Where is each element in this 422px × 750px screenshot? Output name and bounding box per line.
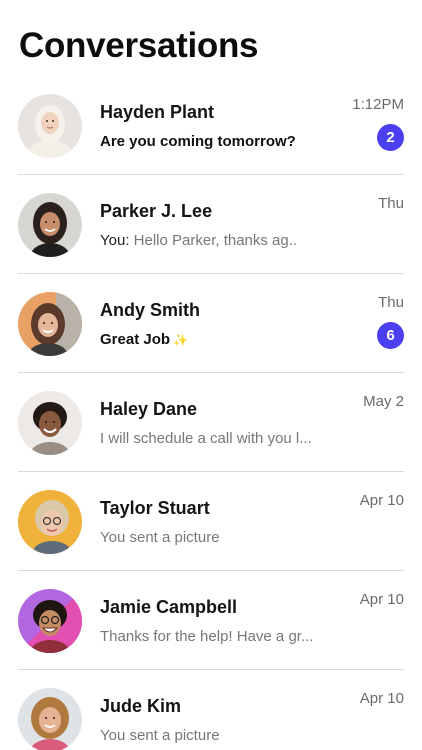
conversation-item[interactable]: Taylor Stuart You sent a picture Apr 10 [18, 472, 404, 571]
contact-name: Haley Dane [100, 399, 198, 419]
contact-name: Jamie Campbell [100, 597, 238, 617]
message-sender-prefix: You: [100, 232, 134, 249]
message-text: Hello Parker, thanks ag.. [133, 232, 298, 249]
person-short-curly-avatar-icon [18, 391, 82, 455]
message-preview: Thanks for the help! Have a gr... [100, 628, 350, 645]
message-preview: Are you coming tomorrow? [100, 133, 350, 150]
message-time: Apr 10 [359, 690, 404, 707]
conversation-item[interactable]: Hayden Plant Are you coming tomorrow? 1:… [18, 76, 404, 175]
message-time: Thu [378, 294, 404, 311]
message-text: You sent a picture [100, 727, 220, 744]
person-wavy-hair-avatar-icon [18, 688, 82, 750]
conversations-screen: Conversations Hayden Plant Are you comin… [0, 0, 422, 750]
unread-count-badge: 2 [377, 124, 404, 151]
message-text: Are you coming tomorrow? [100, 133, 296, 150]
person-curly-hair-avatar-icon [18, 292, 82, 356]
contact-name: Parker J. Lee [100, 201, 213, 221]
message-time: May 2 [363, 393, 404, 410]
avatar[interactable] [18, 391, 82, 455]
sparkles-icon: ✨ [173, 333, 188, 347]
message-preview: You sent a picture [100, 529, 350, 546]
message-preview: Great Job ✨ [100, 331, 350, 348]
message-time: Apr 10 [359, 492, 404, 509]
message-text: I will schedule a call with you l... [100, 430, 312, 447]
conversation-item[interactable]: Parker J. Lee You: Hello Parker, thanks … [18, 175, 404, 274]
conversation-list: Hayden Plant Are you coming tomorrow? 1:… [0, 76, 422, 750]
avatar[interactable] [18, 193, 82, 257]
avatar[interactable] [18, 688, 82, 750]
person-laughing-avatar-icon [18, 589, 82, 653]
avatar[interactable] [18, 589, 82, 653]
avatar[interactable] [18, 292, 82, 356]
person-hijab-avatar-icon [18, 94, 82, 158]
contact-name: Jude Kim [100, 696, 182, 716]
page-title: Conversations [19, 26, 259, 65]
person-dark-hair-avatar-icon [18, 193, 82, 257]
conversation-item[interactable]: Jude Kim You sent a picture Apr 10 [18, 670, 404, 750]
conversation-item[interactable]: Haley Dane I will schedule a call with y… [18, 373, 404, 472]
message-text: You sent a picture [100, 529, 220, 546]
message-text: Great Job [100, 331, 171, 348]
avatar[interactable] [18, 94, 82, 158]
conversation-item[interactable]: Andy Smith Great Job ✨ Thu 6 [18, 274, 404, 373]
person-glasses-avatar-icon [18, 490, 82, 554]
avatar[interactable] [18, 490, 82, 554]
message-time: Thu [378, 195, 404, 212]
contact-name: Hayden Plant [100, 102, 215, 122]
contact-name: Andy Smith [100, 300, 201, 320]
unread-count-badge: 6 [377, 322, 404, 349]
message-preview: You sent a picture [100, 727, 350, 744]
message-preview: You: Hello Parker, thanks ag.. [100, 232, 350, 249]
conversation-item[interactable]: Jamie Campbell Thanks for the help! Have… [18, 571, 404, 670]
message-time: Apr 10 [359, 591, 404, 608]
contact-name: Taylor Stuart [100, 498, 210, 518]
message-text: Thanks for the help! Have a gr... [100, 628, 314, 645]
message-time: 1:12PM [352, 96, 404, 113]
message-preview: I will schedule a call with you l... [100, 430, 350, 447]
